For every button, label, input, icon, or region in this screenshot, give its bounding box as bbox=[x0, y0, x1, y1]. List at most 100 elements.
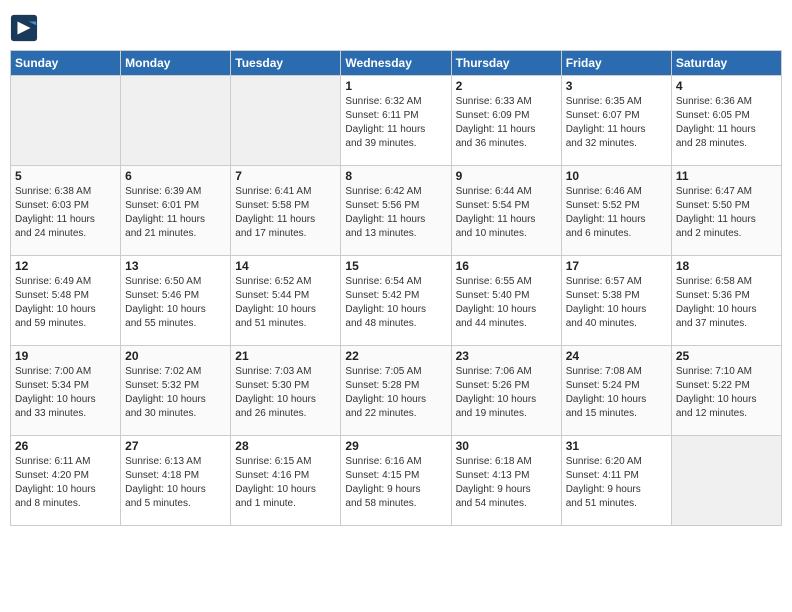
day-number: 19 bbox=[15, 349, 116, 363]
day-info: Sunrise: 7:06 AM Sunset: 5:26 PM Dayligh… bbox=[456, 365, 557, 421]
day-number: 14 bbox=[235, 259, 336, 273]
weekday-wednesday: Wednesday bbox=[341, 51, 451, 76]
day-info: Sunrise: 6:49 AM Sunset: 5:48 PM Dayligh… bbox=[15, 275, 116, 331]
weekday-tuesday: Tuesday bbox=[231, 51, 341, 76]
day-number: 20 bbox=[125, 349, 226, 363]
calendar-cell: 26 Sunrise: 6:11 AM Sunset: 4:20 PM Dayli… bbox=[11, 436, 121, 526]
calendar-cell: 17 Sunrise: 6:57 AM Sunset: 5:38 PM Dayli… bbox=[561, 256, 671, 346]
page-header bbox=[10, 10, 782, 42]
calendar-cell: 11Sunrise: 6:47 AM Sunset: 5:50 PM Dayli… bbox=[671, 166, 781, 256]
day-number: 3 bbox=[566, 79, 667, 93]
weekday-header-row: SundayMondayTuesdayWednesdayThursdayFrid… bbox=[11, 51, 782, 76]
calendar-cell: 6 Sunrise: 6:39 AM Sunset: 6:01 PM Daylig… bbox=[121, 166, 231, 256]
day-number: 7 bbox=[235, 169, 336, 183]
day-info: Sunrise: 6:39 AM Sunset: 6:01 PM Dayligh… bbox=[125, 185, 226, 241]
day-info: Sunrise: 7:08 AM Sunset: 5:24 PM Dayligh… bbox=[566, 365, 667, 421]
week-row-2: 12 Sunrise: 6:49 AM Sunset: 5:48 PM Dayli… bbox=[11, 256, 782, 346]
day-number: 13 bbox=[125, 259, 226, 273]
weekday-saturday: Saturday bbox=[671, 51, 781, 76]
day-info: Sunrise: 6:41 AM Sunset: 5:58 PM Dayligh… bbox=[235, 185, 336, 241]
calendar-cell: 7 Sunrise: 6:41 AM Sunset: 5:58 PM Daylig… bbox=[231, 166, 341, 256]
day-info: Sunrise: 6:15 AM Sunset: 4:16 PM Dayligh… bbox=[235, 455, 336, 511]
calendar-cell: 1 Sunrise: 6:32 AM Sunset: 6:11 PM Daylig… bbox=[341, 76, 451, 166]
week-row-1: 5 Sunrise: 6:38 AM Sunset: 6:03 PM Daylig… bbox=[11, 166, 782, 256]
day-number: 16 bbox=[456, 259, 557, 273]
calendar-table: SundayMondayTuesdayWednesdayThursdayFrid… bbox=[10, 50, 782, 526]
week-row-3: 19 Sunrise: 7:00 AM Sunset: 5:34 PM Dayli… bbox=[11, 346, 782, 436]
day-number: 26 bbox=[15, 439, 116, 453]
day-info: Sunrise: 6:44 AM Sunset: 5:54 PM Dayligh… bbox=[456, 185, 557, 241]
calendar-cell bbox=[11, 76, 121, 166]
day-info: Sunrise: 7:05 AM Sunset: 5:28 PM Dayligh… bbox=[345, 365, 446, 421]
day-number: 30 bbox=[456, 439, 557, 453]
day-info: Sunrise: 6:38 AM Sunset: 6:03 PM Dayligh… bbox=[15, 185, 116, 241]
calendar-cell: 23 Sunrise: 7:06 AM Sunset: 5:26 PM Dayli… bbox=[451, 346, 561, 436]
calendar-cell: 2Sunrise: 6:33 AM Sunset: 6:09 PM Daylig… bbox=[451, 76, 561, 166]
day-info: Sunrise: 7:02 AM Sunset: 5:32 PM Dayligh… bbox=[125, 365, 226, 421]
calendar-cell: 15Sunrise: 6:54 AM Sunset: 5:42 PM Dayli… bbox=[341, 256, 451, 346]
day-number: 5 bbox=[15, 169, 116, 183]
day-info: Sunrise: 6:18 AM Sunset: 4:13 PM Dayligh… bbox=[456, 455, 557, 511]
day-info: Sunrise: 6:33 AM Sunset: 6:09 PM Dayligh… bbox=[456, 95, 557, 151]
day-info: Sunrise: 7:10 AM Sunset: 5:22 PM Dayligh… bbox=[676, 365, 777, 421]
week-row-0: 1 Sunrise: 6:32 AM Sunset: 6:11 PM Daylig… bbox=[11, 76, 782, 166]
calendar-cell: 19 Sunrise: 7:00 AM Sunset: 5:34 PM Dayli… bbox=[11, 346, 121, 436]
day-number: 24 bbox=[566, 349, 667, 363]
day-info: Sunrise: 6:20 AM Sunset: 4:11 PM Dayligh… bbox=[566, 455, 667, 511]
day-info: Sunrise: 6:36 AM Sunset: 6:05 PM Dayligh… bbox=[676, 95, 777, 151]
calendar-cell: 30 Sunrise: 6:18 AM Sunset: 4:13 PM Dayli… bbox=[451, 436, 561, 526]
calendar-cell: 13 Sunrise: 6:50 AM Sunset: 5:46 PM Dayli… bbox=[121, 256, 231, 346]
day-info: Sunrise: 7:00 AM Sunset: 5:34 PM Dayligh… bbox=[15, 365, 116, 421]
calendar-cell: 28 Sunrise: 6:15 AM Sunset: 4:16 PM Dayli… bbox=[231, 436, 341, 526]
day-number: 4 bbox=[676, 79, 777, 93]
day-number: 21 bbox=[235, 349, 336, 363]
logo-icon bbox=[10, 14, 38, 42]
calendar-cell: 20 Sunrise: 7:02 AM Sunset: 5:32 PM Dayli… bbox=[121, 346, 231, 436]
day-number: 18 bbox=[676, 259, 777, 273]
day-number: 8 bbox=[345, 169, 446, 183]
day-number: 22 bbox=[345, 349, 446, 363]
day-number: 28 bbox=[235, 439, 336, 453]
day-number: 23 bbox=[456, 349, 557, 363]
day-number: 10 bbox=[566, 169, 667, 183]
weekday-thursday: Thursday bbox=[451, 51, 561, 76]
week-row-4: 26 Sunrise: 6:11 AM Sunset: 4:20 PM Dayli… bbox=[11, 436, 782, 526]
day-number: 12 bbox=[15, 259, 116, 273]
day-info: Sunrise: 6:35 AM Sunset: 6:07 PM Dayligh… bbox=[566, 95, 667, 151]
calendar-cell: 25 Sunrise: 7:10 AM Sunset: 5:22 PM Dayli… bbox=[671, 346, 781, 436]
calendar-cell: 22 Sunrise: 7:05 AM Sunset: 5:28 PM Dayli… bbox=[341, 346, 451, 436]
day-number: 1 bbox=[345, 79, 446, 93]
day-info: Sunrise: 6:32 AM Sunset: 6:11 PM Dayligh… bbox=[345, 95, 446, 151]
calendar-cell: 8 Sunrise: 6:42 AM Sunset: 5:56 PM Daylig… bbox=[341, 166, 451, 256]
day-info: Sunrise: 6:52 AM Sunset: 5:44 PM Dayligh… bbox=[235, 275, 336, 331]
day-info: Sunrise: 6:11 AM Sunset: 4:20 PM Dayligh… bbox=[15, 455, 116, 511]
calendar-cell: 27Sunrise: 6:13 AM Sunset: 4:18 PM Dayli… bbox=[121, 436, 231, 526]
weekday-friday: Friday bbox=[561, 51, 671, 76]
weekday-sunday: Sunday bbox=[11, 51, 121, 76]
day-info: Sunrise: 6:54 AM Sunset: 5:42 PM Dayligh… bbox=[345, 275, 446, 331]
day-number: 9 bbox=[456, 169, 557, 183]
calendar-cell: 9 Sunrise: 6:44 AM Sunset: 5:54 PM Daylig… bbox=[451, 166, 561, 256]
calendar-cell bbox=[671, 436, 781, 526]
calendar-cell: 5 Sunrise: 6:38 AM Sunset: 6:03 PM Daylig… bbox=[11, 166, 121, 256]
day-number: 6 bbox=[125, 169, 226, 183]
calendar-cell bbox=[231, 76, 341, 166]
calendar-cell: 3 Sunrise: 6:35 AM Sunset: 6:07 PM Daylig… bbox=[561, 76, 671, 166]
weekday-monday: Monday bbox=[121, 51, 231, 76]
day-number: 25 bbox=[676, 349, 777, 363]
calendar-cell: 24 Sunrise: 7:08 AM Sunset: 5:24 PM Dayli… bbox=[561, 346, 671, 436]
day-number: 31 bbox=[566, 439, 667, 453]
calendar-cell bbox=[121, 76, 231, 166]
calendar-cell: 10Sunrise: 6:46 AM Sunset: 5:52 PM Dayli… bbox=[561, 166, 671, 256]
day-info: Sunrise: 6:57 AM Sunset: 5:38 PM Dayligh… bbox=[566, 275, 667, 331]
day-number: 11 bbox=[676, 169, 777, 183]
day-info: Sunrise: 6:16 AM Sunset: 4:15 PM Dayligh… bbox=[345, 455, 446, 511]
day-info: Sunrise: 6:42 AM Sunset: 5:56 PM Dayligh… bbox=[345, 185, 446, 241]
calendar-cell: 21Sunrise: 7:03 AM Sunset: 5:30 PM Dayli… bbox=[231, 346, 341, 436]
day-number: 17 bbox=[566, 259, 667, 273]
day-info: Sunrise: 6:50 AM Sunset: 5:46 PM Dayligh… bbox=[125, 275, 226, 331]
day-info: Sunrise: 6:58 AM Sunset: 5:36 PM Dayligh… bbox=[676, 275, 777, 331]
day-number: 29 bbox=[345, 439, 446, 453]
day-number: 27 bbox=[125, 439, 226, 453]
logo bbox=[10, 14, 42, 42]
